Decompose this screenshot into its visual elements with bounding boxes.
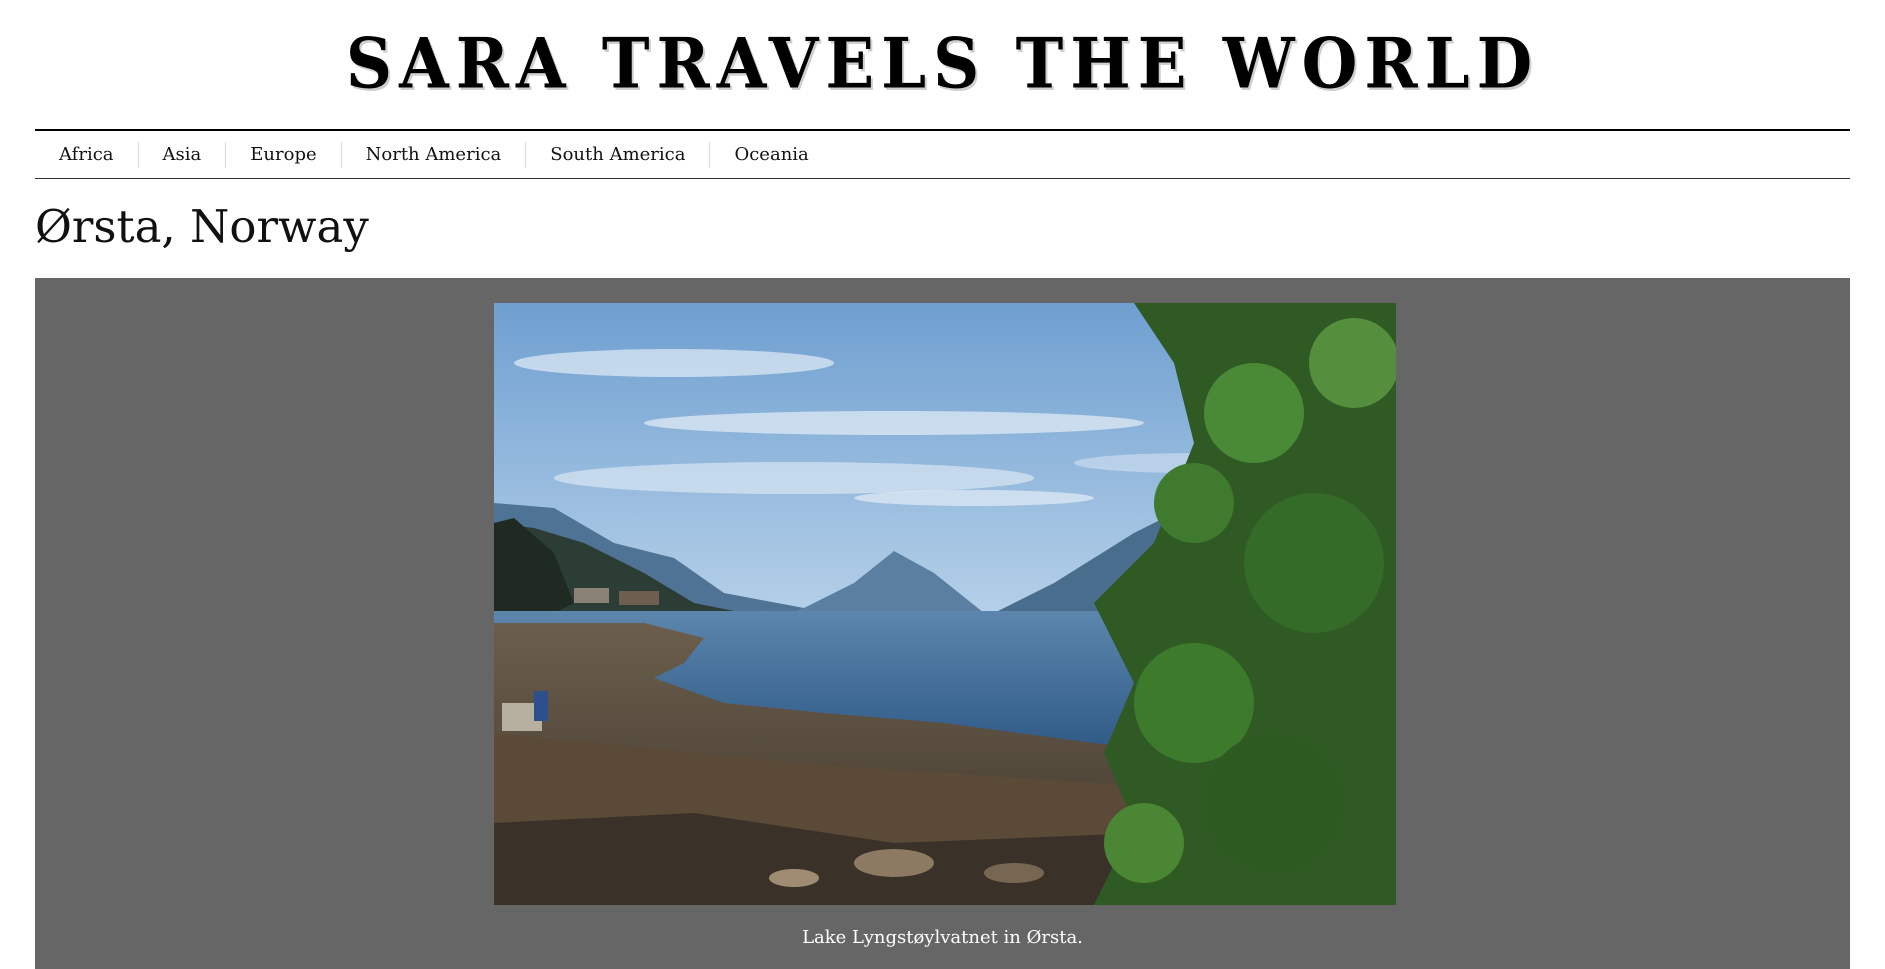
photo-gallery: Lake Lyngstøylvatnet in Ørsta.	[35, 278, 1850, 969]
nav-item-north-america[interactable]: North America	[340, 141, 526, 168]
site-header: SARA TRAVELS THE WORLD	[0, 0, 1885, 128]
nav-item-asia[interactable]: Asia	[137, 141, 226, 168]
page-title: Ørsta, Norway	[35, 200, 369, 253]
nav-item-africa[interactable]: Africa	[35, 142, 138, 168]
lake-landscape-image	[494, 303, 1396, 905]
nav-item-oceania[interactable]: Oceania	[709, 141, 832, 168]
photo-caption: Lake Lyngstøylvatnet in Ørsta.	[802, 927, 1083, 948]
nav-item-south-america[interactable]: South America	[525, 141, 709, 168]
main-nav: Africa Asia Europe North America South A…	[35, 129, 1850, 179]
lake-photo[interactable]	[494, 303, 1396, 905]
nav-item-europe[interactable]: Europe	[225, 141, 340, 168]
site-title-link[interactable]: SARA TRAVELS THE WORLD	[346, 24, 1539, 105]
